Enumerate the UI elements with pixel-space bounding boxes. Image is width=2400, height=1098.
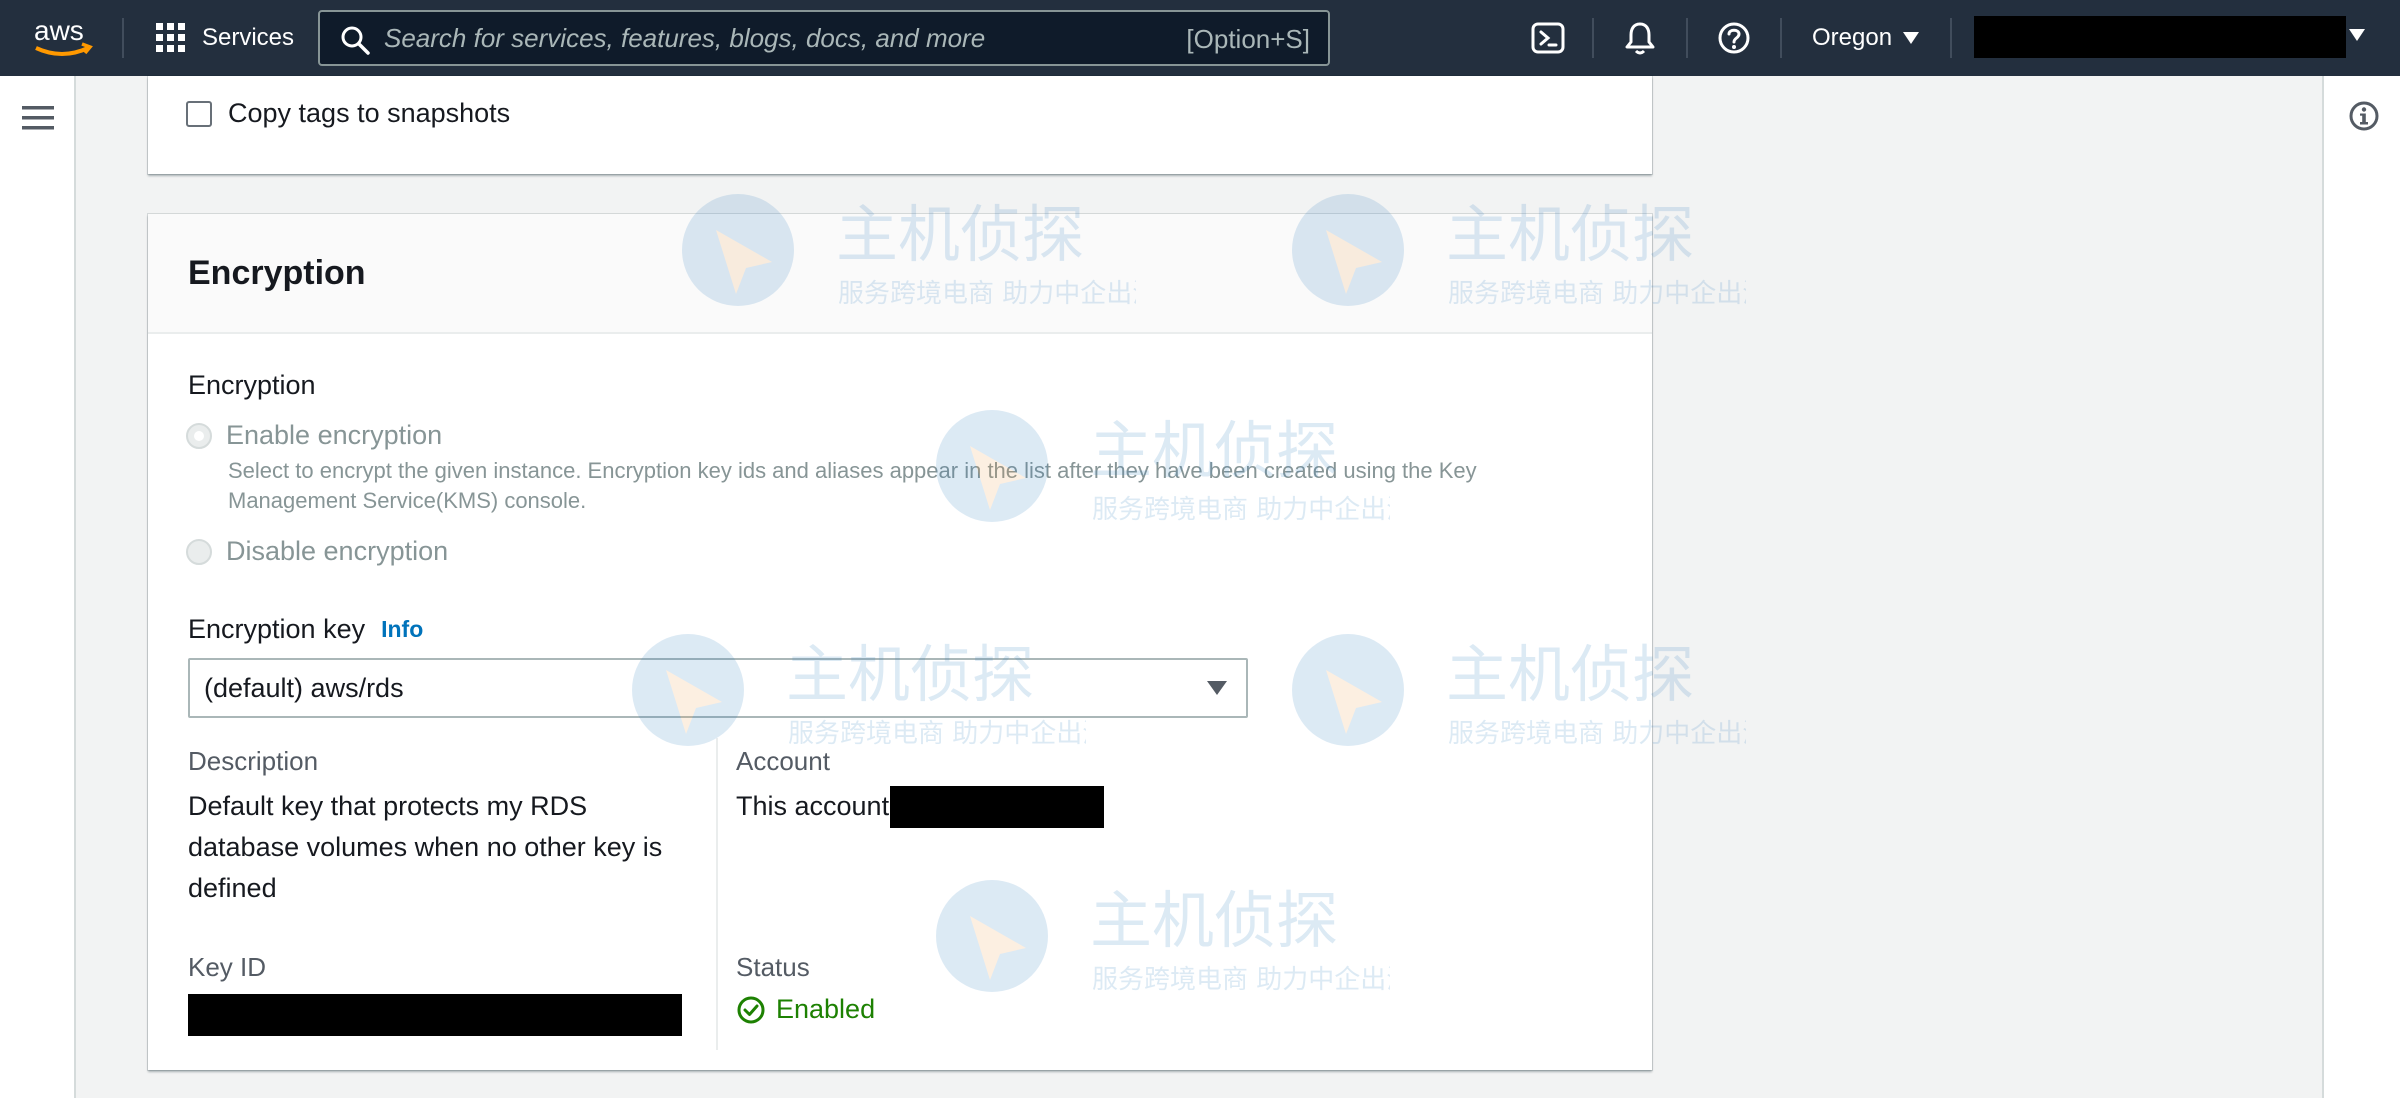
region-selector[interactable]: Oregon (1812, 18, 1920, 58)
enable-encryption-label[interactable]: Enable encryption (226, 420, 442, 451)
account-value: This account (736, 791, 890, 821)
encryption-card-title: Encryption (188, 253, 366, 292)
enable-encryption-radio-option[interactable]: Enable encryption (186, 420, 442, 451)
status-value: Enabled (776, 994, 876, 1024)
encryption-card-header: Encryption (148, 214, 1652, 334)
info-panel-icon[interactable] (2348, 100, 2380, 132)
enable-encryption-description: Select to encrypt the given instance. En… (228, 456, 1608, 516)
description-value-line1: Default key that protects my RDS (188, 791, 588, 821)
account-caret-down-icon[interactable] (2348, 28, 2366, 42)
enable-encryption-description-line1: Select to encrypt the given instance. En… (228, 458, 1477, 483)
description-value: Default key that protects my RDS databas… (188, 786, 708, 909)
nav-divider (1950, 18, 1952, 58)
left-navigation-rail (0, 76, 76, 1098)
description-value-line2: database volumes when no other key is (188, 832, 663, 862)
encryption-key-selected-value: (default) aws/rds (204, 672, 404, 703)
caret-down-icon (1903, 32, 1920, 44)
account-id-redacted (890, 786, 1104, 828)
search-shortcut-hint: [Option+S] (1186, 24, 1310, 54)
enable-encryption-radio[interactable] (186, 422, 212, 449)
key-id-redacted (188, 994, 682, 1036)
aws-logo[interactable]: aws (30, 14, 94, 60)
disable-encryption-radio-option[interactable]: Disable encryption (186, 536, 448, 567)
description-value-line3: defined (188, 873, 277, 903)
copy-tags-checkbox-row[interactable]: Copy tags to snapshots (186, 98, 510, 129)
search-input[interactable] (384, 12, 1184, 64)
copy-tags-checkbox[interactable] (186, 100, 212, 127)
global-search-box[interactable]: [Option+S] (318, 10, 1330, 66)
check-circle-icon (737, 996, 765, 1023)
copy-tags-label[interactable]: Copy tags to snapshots (228, 98, 510, 129)
region-label: Oregon (1812, 24, 1893, 51)
disable-encryption-label[interactable]: Disable encryption (226, 536, 448, 567)
enable-encryption-description-line2: Management Service(KMS) console. (228, 488, 587, 513)
encryption-key-label: Encryption key (188, 614, 366, 644)
encryption-key-label-row: Encryption key Info (188, 614, 423, 645)
status-indicator: Enabled (736, 994, 875, 1025)
top-navigation-bar: aws Services [Option+S] (0, 0, 2400, 76)
search-icon (341, 26, 370, 55)
account-label: Account (736, 746, 830, 776)
grid-icon (156, 23, 185, 52)
cloudshell-icon[interactable] (1530, 20, 1566, 56)
encryption-field-label: Encryption (188, 370, 316, 400)
disable-encryption-radio[interactable] (186, 538, 212, 565)
encryption-key-info-link[interactable]: Info (381, 616, 423, 643)
description-label: Description (188, 746, 319, 776)
encryption-key-select[interactable]: (default) aws/rds (188, 658, 1248, 718)
backup-settings-card: Copy tags to snapshots (148, 76, 1652, 174)
nav-divider (1686, 18, 1688, 58)
nav-divider (1780, 18, 1782, 58)
status-label: Status (736, 952, 810, 982)
caret-down-icon (1207, 681, 1227, 695)
nav-divider (122, 18, 124, 58)
bell-icon[interactable] (1622, 20, 1658, 56)
hamburger-menu-icon[interactable] (22, 104, 54, 132)
nav-divider (1592, 18, 1594, 58)
right-tools-rail (2322, 76, 2400, 1098)
account-menu-redacted[interactable] (1974, 16, 2346, 58)
details-column-divider (716, 738, 718, 1050)
aws-logo-text: aws (34, 15, 84, 46)
help-icon[interactable] (1716, 20, 1752, 56)
services-menu-button[interactable]: Services (156, 18, 294, 58)
key-id-label: Key ID (188, 952, 267, 982)
services-label: Services (202, 24, 295, 51)
